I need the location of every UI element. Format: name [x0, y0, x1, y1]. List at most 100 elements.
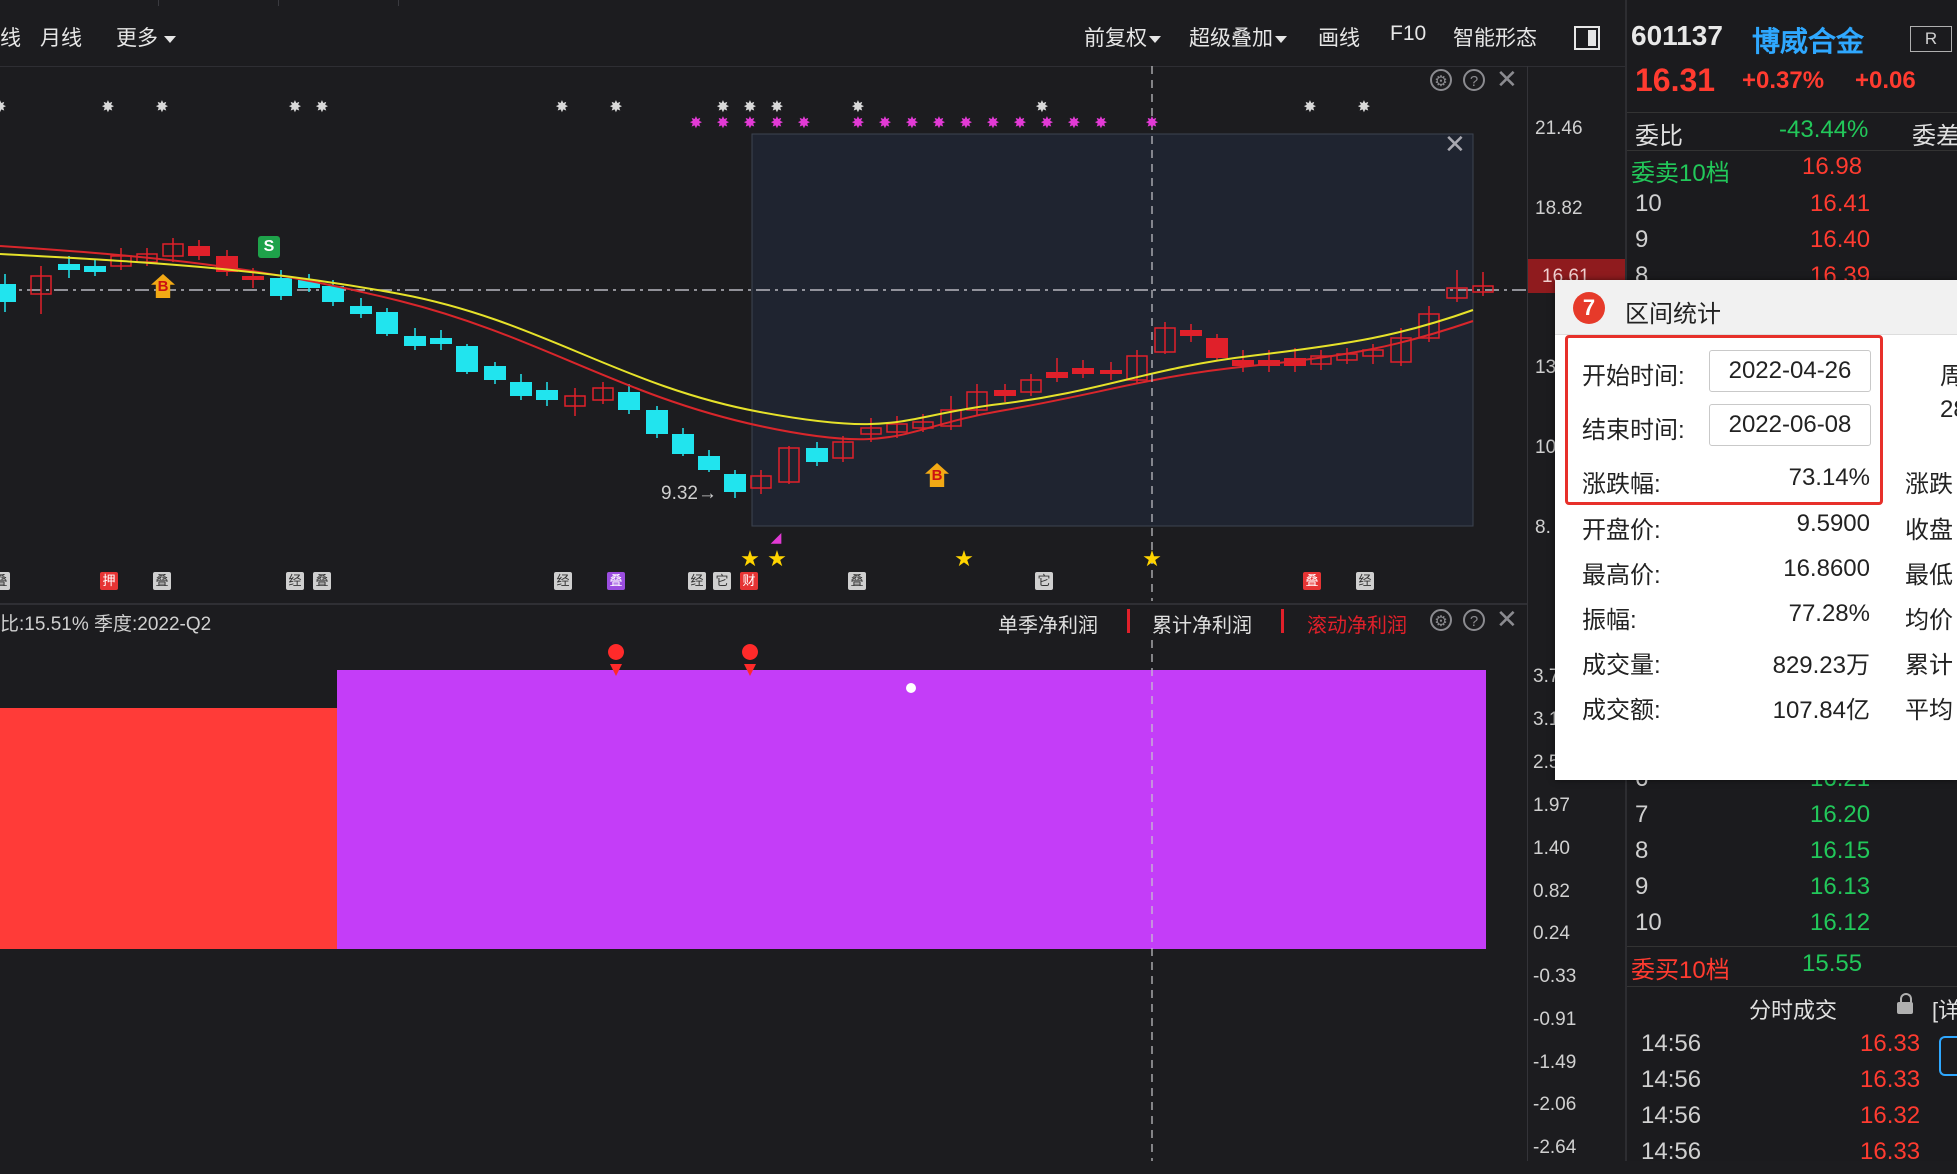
event-tag[interactable]: 经: [286, 572, 304, 590]
tick-row[interactable]: 14:56 16.33: [1635, 1138, 1953, 1174]
star-marker: ✸: [101, 97, 114, 116]
event-tag[interactable]: 叠: [313, 572, 331, 590]
tick-time: 14:56: [1641, 1030, 1702, 1057]
event-tag[interactable]: 押: [100, 572, 118, 590]
draw-line-button[interactable]: 画线: [1318, 22, 1360, 52]
legend-quarterly-profit[interactable]: 单季净利润: [998, 609, 1098, 638]
sell-ten-label[interactable]: 委卖10档: [1631, 153, 1730, 188]
tick-row[interactable]: 14:56 16.33: [1635, 1066, 1953, 1102]
chevron-down-icon: [1275, 35, 1287, 43]
weibi-value: -43.44%: [1779, 116, 1869, 143]
period-line-tab[interactable]: 线: [0, 22, 21, 52]
bid-row[interactable]: 10 16.12: [1635, 909, 1953, 945]
candle-body: [1180, 330, 1202, 336]
lock-icon[interactable]: [1897, 993, 1913, 1014]
candle-body: [242, 276, 264, 280]
bid-level: 10: [1635, 909, 1662, 936]
event-tag[interactable]: 它: [1035, 572, 1053, 590]
bid-row[interactable]: 9 16.13: [1635, 873, 1953, 909]
close-icon[interactable]: ✕: [1496, 606, 1518, 632]
ticks-more-link[interactable]: [详: [1932, 993, 1957, 1025]
candle-body: [724, 474, 746, 492]
f10-button[interactable]: F10: [1390, 22, 1426, 46]
event-tag[interactable]: 叠: [153, 572, 171, 590]
event-tag[interactable]: 经: [1356, 572, 1374, 590]
ask-row[interactable]: 9 16.40: [1635, 226, 1953, 262]
event-star-icon: ★: [1142, 547, 1162, 572]
bid-row[interactable]: 7 16.20: [1635, 801, 1953, 837]
candle-body: [994, 390, 1016, 396]
app-logo-icon: 7: [1573, 292, 1605, 324]
candle-body: [672, 434, 694, 454]
open-price-value: 9.5900: [1796, 510, 1870, 537]
tick-price: 16.33: [1860, 1138, 1921, 1165]
profit-svg: [0, 640, 1486, 1161]
event-tag[interactable]: 叠: [0, 572, 10, 590]
pink-marker: ✸: [905, 113, 918, 132]
bid-row[interactable]: 8 16.15: [1635, 837, 1953, 873]
ask-row[interactable]: 10 16.41: [1635, 190, 1953, 226]
event-tag[interactable]: 叠: [607, 572, 625, 590]
tick-row[interactable]: 14:56 16.33: [1635, 1030, 1953, 1066]
monthly-tab[interactable]: 月线: [40, 22, 82, 52]
star-marker: ✸: [155, 97, 168, 116]
volume-value: 829.23万: [1772, 652, 1870, 679]
lock-body: [1897, 1002, 1913, 1014]
overlay-menu-label: 超级叠加: [1189, 27, 1273, 50]
event-star-icon: ★: [767, 547, 787, 572]
stock-name[interactable]: 博威合金: [1752, 20, 1864, 60]
selection-close-icon[interactable]: ✕: [1444, 131, 1466, 157]
event-tag[interactable]: 叠: [1303, 572, 1321, 590]
sell-signal-flag[interactable]: S: [258, 236, 280, 258]
chart-toolbar: 线 月线 更多 前复权 超级叠加 画线 F10 智能形态: [0, 0, 1625, 67]
overlay-menu[interactable]: 超级叠加: [1189, 22, 1287, 52]
event-tag[interactable]: 经: [554, 572, 572, 590]
margin-badge[interactable]: R: [1910, 26, 1952, 52]
candle-body: [1100, 370, 1122, 374]
quote-divider: [1627, 986, 1957, 987]
candlestick-chart[interactable]: ✸ ✸ ✸ ✸ ✸ ✸ ✸ ✸ ✸ ✸ ✸ ✸ ✸ ✸ ✸ ✸ ✸ ✸ ✸ ✸ ✸ ✸ ✸ ✸ ✸ ✸ ✸ ✸ ✸ ✸ ★ ★ ★ ★ ◢: [0, 66, 1625, 601]
profit-bar: [0, 708, 337, 949]
legend-rolling-profit[interactable]: 滚动净利润: [1307, 609, 1407, 638]
event-tag[interactable]: 叠: [848, 572, 866, 590]
popup-header[interactable]: 7 区间统计: [1555, 280, 1957, 335]
candle-body: [58, 264, 80, 270]
settings-icon[interactable]: ⚙: [1430, 609, 1452, 631]
event-tag[interactable]: 财: [740, 572, 758, 590]
layout-toggle-icon[interactable]: [1574, 26, 1600, 50]
amplitude-label: 振幅:: [1582, 607, 1637, 634]
event-tag[interactable]: 它: [713, 572, 731, 590]
more-menu[interactable]: 更多: [116, 22, 176, 52]
adjust-menu[interactable]: 前复权: [1084, 22, 1161, 52]
legend-cumulative-profit[interactable]: 累计净利润: [1152, 609, 1252, 638]
side-expand-tab[interactable]: [1939, 1036, 1957, 1076]
ticks-title[interactable]: 分时成交: [1749, 993, 1837, 1025]
cut-label: 最低: [1905, 562, 1953, 589]
volume-label: 成交量:: [1582, 652, 1661, 679]
buy-ten-label[interactable]: 委买10档: [1631, 950, 1730, 985]
tab-divider: [278, 0, 279, 6]
tick-row[interactable]: 14:56 16.32: [1635, 1102, 1953, 1138]
legend-divider: [1127, 609, 1130, 633]
candle-body: [456, 346, 478, 372]
price-axis-label: 18.82: [1535, 198, 1583, 219]
help-icon[interactable]: ?: [1463, 609, 1485, 631]
candle-body: [618, 392, 640, 410]
lower-panel-info: 比:15.51% 季度:2022-Q2: [0, 614, 212, 635]
cut-label: 周: [1940, 363, 1957, 390]
popup-title: 区间统计: [1625, 301, 1721, 328]
profit-axis-label: 1.97: [1533, 795, 1570, 816]
profit-chart[interactable]: [0, 640, 1527, 1161]
stock-code[interactable]: 601137: [1631, 20, 1723, 52]
tick-time: 14:56: [1641, 1138, 1702, 1165]
price-axis-label: 8.: [1535, 517, 1551, 538]
change-amount: +0.06: [1855, 67, 1916, 94]
last-price: 16.31: [1635, 62, 1716, 98]
pink-marker: ✸: [959, 113, 972, 132]
pink-marker: ✸: [986, 113, 999, 132]
profit-axis-label: 0.24: [1533, 923, 1570, 944]
event-tag[interactable]: 经: [688, 572, 706, 590]
bid-price: 16.12: [1810, 909, 1871, 936]
smart-pattern-button[interactable]: 智能形态: [1453, 22, 1537, 52]
weibi-label: 委比: [1635, 123, 1683, 150]
